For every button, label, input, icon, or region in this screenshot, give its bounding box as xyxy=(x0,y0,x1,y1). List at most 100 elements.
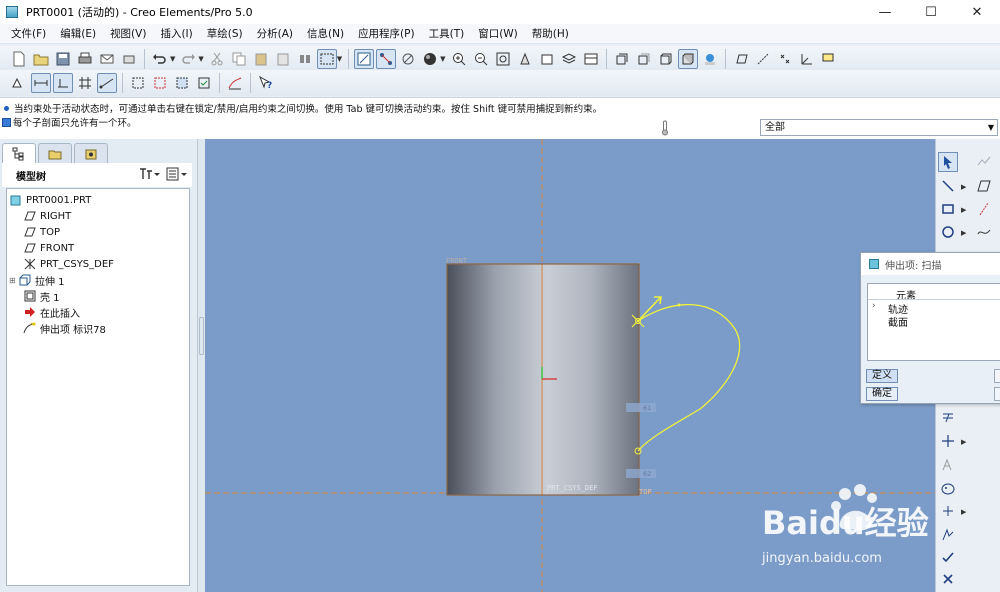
datum-axes-toggle-icon[interactable] xyxy=(753,49,773,69)
select-arrow-icon[interactable] xyxy=(938,152,958,172)
expand-plus-icon[interactable]: ⊞ xyxy=(9,276,17,285)
datum-display-icon[interactable] xyxy=(376,49,397,69)
display-constraints-icon[interactable] xyxy=(53,73,73,93)
shading-icon[interactable] xyxy=(420,49,440,69)
print-icon[interactable] xyxy=(75,49,95,69)
shade-closed-loops-icon[interactable] xyxy=(172,73,192,93)
csys-toggle-icon[interactable] xyxy=(797,49,817,69)
tree-item-front[interactable]: FRONT xyxy=(23,240,74,256)
no-hidden-icon[interactable] xyxy=(656,49,676,69)
dialog-side-button[interactable] xyxy=(994,369,1000,383)
saved-views-icon[interactable] xyxy=(537,49,557,69)
menu-analysis[interactable]: 分析(A) xyxy=(250,26,300,41)
constraint-pick-icon[interactable] xyxy=(974,152,994,172)
enhanced-realism-icon[interactable] xyxy=(700,49,720,69)
display-grid-icon[interactable] xyxy=(75,73,95,93)
layers-icon[interactable] xyxy=(559,49,579,69)
tree-show-icon[interactable] xyxy=(166,167,188,184)
panel-splitter[interactable] xyxy=(198,139,205,592)
minimize-button[interactable]: — xyxy=(862,0,908,24)
tree-item-protrusion[interactable]: 伸出项 标识78 xyxy=(23,320,106,336)
maximize-button[interactable]: ☐ xyxy=(908,0,954,24)
tab-folder-browser[interactable] xyxy=(38,143,72,163)
redo-icon[interactable] xyxy=(178,49,198,69)
title-bar: PRT0001 (活动的) - Creo Elements/Pro 5.0 — … xyxy=(0,0,1000,24)
menu-edit[interactable]: 编辑(E) xyxy=(53,26,103,41)
curve-tool-icon[interactable] xyxy=(974,222,994,242)
menu-view[interactable]: 视图(V) xyxy=(103,26,153,41)
dialog-side-button-2[interactable] xyxy=(994,387,1000,401)
wireframe-icon[interactable] xyxy=(612,49,632,69)
refit-icon[interactable] xyxy=(493,49,513,69)
tree-item-right[interactable]: RIGHT xyxy=(23,208,71,224)
constraint-display-icon[interactable] xyxy=(398,49,418,69)
extrude-icon xyxy=(18,274,32,286)
save-icon[interactable] xyxy=(53,49,73,69)
send-mail-icon[interactable] xyxy=(97,49,117,69)
tree-item-extrude[interactable]: ⊞ 拉伸 1 xyxy=(9,272,65,288)
copy-icon[interactable] xyxy=(229,49,249,69)
tab-favorites[interactable] xyxy=(74,143,108,163)
close-button[interactable]: ✕ xyxy=(954,0,1000,24)
zoom-out-icon[interactable] xyxy=(471,49,491,69)
app-icon xyxy=(6,6,18,18)
sketch-analysis-icon[interactable] xyxy=(225,73,245,93)
display-dims-icon[interactable] xyxy=(31,73,51,93)
selection-filter-select[interactable]: 全部 ▼ xyxy=(760,119,998,136)
tree-settings-icon[interactable] xyxy=(138,167,160,184)
menu-info[interactable]: 信息(N) xyxy=(300,26,351,41)
shaded-icon[interactable] xyxy=(677,49,698,69)
menu-help[interactable]: 帮助(H) xyxy=(525,26,576,41)
tree-item-root[interactable]: PRT0001.PRT xyxy=(9,192,91,208)
element-row-section[interactable]: 截面 xyxy=(888,314,908,329)
menu-tools[interactable]: 工具(T) xyxy=(422,26,472,41)
circle-tool-icon[interactable] xyxy=(938,222,958,242)
whats-this-help-icon[interactable]: ? xyxy=(256,73,276,93)
tab-model-tree[interactable] xyxy=(2,143,36,163)
new-file-icon[interactable] xyxy=(9,49,29,69)
annotation-toggle-icon[interactable] xyxy=(819,49,839,69)
datum-planes-toggle-icon[interactable] xyxy=(731,49,751,69)
open-folder-icon[interactable] xyxy=(31,49,51,69)
undo-icon[interactable] xyxy=(150,49,170,69)
tree-item-shell[interactable]: 壳 1 xyxy=(23,288,60,304)
plane-tool-icon[interactable] xyxy=(974,176,994,196)
dimension-tool-icon[interactable] xyxy=(938,407,958,427)
display-vertices-icon[interactable] xyxy=(97,73,117,93)
chevron-right-icon[interactable]: › xyxy=(872,301,876,311)
menu-applications[interactable]: 应用程序(P) xyxy=(351,26,422,41)
text-tool-icon[interactable] xyxy=(938,455,958,475)
reorient-icon[interactable] xyxy=(515,49,535,69)
overlap-geometry-icon[interactable] xyxy=(128,73,148,93)
axis-tool-icon[interactable] xyxy=(974,199,994,219)
define-button[interactable]: 定义 xyxy=(866,369,898,383)
cut-icon[interactable] xyxy=(207,49,227,69)
tree-item-top[interactable]: TOP xyxy=(23,224,60,240)
view-manager-icon[interactable] xyxy=(581,49,601,69)
hidden-line-icon[interactable] xyxy=(634,49,654,69)
constraint-tool-icon[interactable] xyxy=(938,431,958,451)
menu-sketch[interactable]: 草绘(S) xyxy=(200,26,250,41)
sweep-trajectory xyxy=(637,303,741,452)
highlight-open-ends-icon[interactable] xyxy=(150,73,170,93)
line-tool-icon[interactable] xyxy=(938,176,958,196)
tree-item-insert-here[interactable]: 在此插入 xyxy=(23,304,80,320)
rectangle-tool-icon[interactable] xyxy=(938,199,958,219)
menu-window[interactable]: 窗口(W) xyxy=(471,26,525,41)
regenerate-icon[interactable] xyxy=(295,49,315,69)
window-title: PRT0001 (活动的) - Creo Elements/Pro 5.0 xyxy=(26,6,253,19)
paste-icon[interactable] xyxy=(251,49,271,69)
mail-attach-icon[interactable] xyxy=(119,49,139,69)
dialog-title: 伸出项: 扫描 xyxy=(885,260,942,272)
menu-insert[interactable]: 插入(I) xyxy=(153,26,199,41)
select-box-icon[interactable] xyxy=(316,49,337,69)
zoom-in-icon[interactable] xyxy=(449,49,469,69)
feature-requirements-icon[interactable] xyxy=(194,73,214,93)
sketch-setup-icon[interactable] xyxy=(9,73,29,93)
ok-button[interactable]: 确定 xyxy=(866,387,898,401)
tree-item-csys[interactable]: PRT_CSYS_DEF xyxy=(23,256,114,272)
menu-file[interactable]: 文件(F) xyxy=(4,26,53,41)
paste-special-icon[interactable] xyxy=(273,49,293,69)
datum-points-toggle-icon[interactable] xyxy=(775,49,795,69)
sketch-orient-icon[interactable] xyxy=(354,49,375,69)
